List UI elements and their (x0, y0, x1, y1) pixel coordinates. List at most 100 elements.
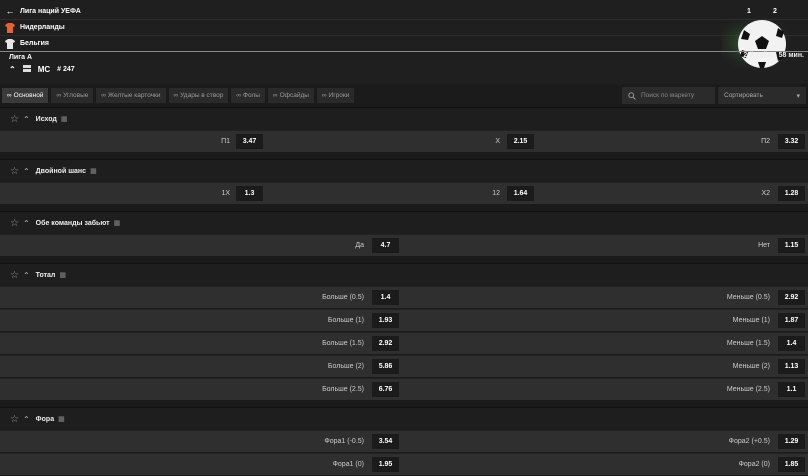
grid-view-icon[interactable] (22, 65, 31, 74)
star-icon[interactable]: ☆ (10, 270, 19, 281)
market-search-input[interactable]: Поиск по маркету (622, 87, 715, 104)
odds-button[interactable]: 6.76 (372, 382, 399, 397)
back-arrow-icon[interactable]: ← (0, 6, 20, 16)
odds-button[interactable]: 3.32 (778, 134, 805, 149)
odds-button[interactable]: 1.64 (507, 186, 534, 201)
odds-row: Больше (2.5) 6.76 Меньше (2.5) 1.1 (0, 378, 808, 400)
odds-button[interactable]: 1.87 (778, 313, 805, 328)
market-header-double-chance[interactable]: ☆ ⌃ Двойной шанс ▦ (0, 159, 808, 182)
header-tools: ⌃ МС # 247 (9, 65, 75, 74)
odds-row: 1Х 1.3 12 1.64 Х2 1.28 (0, 182, 808, 204)
odds-button[interactable]: 1.4 (778, 336, 805, 351)
tab-label: Фолы (243, 92, 260, 99)
odds-label: Меньше (1.5) (726, 340, 770, 347)
market-tabs: ∞ Основной ∞ Угловые ∞ Желтые карточки ∞ Уда… (2, 88, 355, 103)
tab-players[interactable]: ∞ Игроки (316, 88, 355, 103)
odds-label: П1 (221, 138, 230, 145)
market-name: Исход (35, 115, 57, 123)
market-info-icon: ▦ (59, 272, 67, 279)
collapse-up-icon[interactable]: ⌃ (9, 65, 16, 74)
odds-button[interactable]: 5.86 (372, 359, 399, 374)
odds-label: Фора1 (-0.5) (324, 438, 364, 445)
period-2-header: 2 (773, 7, 777, 15)
market-header-btts[interactable]: ☆ ⌃ Обе команды забьют ▦ (0, 211, 808, 234)
odds-button[interactable]: 1.3 (236, 186, 263, 201)
tab-label: Основной (13, 92, 44, 99)
match-number: # 247 (57, 66, 75, 73)
match-status: 2-й тайм 58 мин. (743, 52, 804, 59)
chevron-up-icon[interactable]: ⌃ (23, 219, 30, 228)
search-placeholder: Поиск по маркету (641, 92, 695, 99)
tab-label: Игроки (328, 92, 350, 99)
odds-label: П2 (761, 138, 770, 145)
odds-row: Фора1 (-0.5) 3.54 Фора2 (+0.5) 1.29 (0, 430, 808, 452)
market-name: Обе команды забьют (35, 219, 110, 227)
tab-label: Офсайды (279, 92, 309, 99)
market-header-handicap[interactable]: ☆ ⌃ Фора ▦ (0, 407, 808, 430)
chevron-down-icon: ▾ (796, 92, 800, 100)
odds-button[interactable]: 1.28 (778, 186, 805, 201)
odds-button[interactable]: 2.15 (507, 134, 534, 149)
odds-label: Меньше (0.5) (726, 294, 770, 301)
odds-row: Да 4.7 Нет 1.15 (0, 234, 808, 256)
odds-button[interactable]: 4.7 (372, 238, 399, 253)
odds-label: Больше (0.5) (322, 294, 364, 301)
mc-badge[interactable]: МС (38, 65, 50, 74)
tournament-name: Лига наций УЕФА (20, 7, 81, 15)
market-info-icon: ▦ (58, 416, 65, 423)
market-info-icon: ▦ (90, 168, 97, 175)
tab-fouls[interactable]: ∞ Фолы (231, 88, 265, 103)
odds-label: Меньше (1) (732, 317, 770, 324)
sort-dropdown[interactable]: Сортировать ▾ (718, 87, 806, 104)
header-tournament-row: ← Лига наций УЕФА 1 2 (0, 3, 808, 19)
tab-yellow-cards[interactable]: ∞ Желтые карточки (96, 88, 166, 103)
odds-label: Больше (2.5) (322, 386, 364, 393)
market-name: Двойной шанс (35, 167, 87, 175)
tab-corners[interactable]: ∞ Угловые (51, 88, 94, 103)
market-header-total[interactable]: ☆ ⌃ Тотал ▦ (0, 263, 808, 286)
star-icon[interactable]: ☆ (10, 414, 19, 425)
tab-label: Угловые (63, 92, 89, 99)
odds-button[interactable]: 2.92 (778, 290, 805, 305)
odds-label: Фора1 (0) (332, 461, 364, 468)
chevron-up-icon[interactable]: ⌃ (23, 271, 30, 280)
market-header-outcome[interactable]: ☆ ⌃ Исход ▦ (0, 107, 808, 130)
star-icon[interactable]: ☆ (10, 166, 19, 177)
tab-label: Желтые карточки (108, 92, 161, 99)
odds-label: 1Х (221, 190, 230, 197)
odds-button[interactable]: 1.1 (778, 382, 805, 397)
odds-row: П1 3.47 Х 2.15 П2 3.32 (0, 130, 808, 152)
odds-button[interactable]: 1.29 (778, 434, 805, 449)
odds-button[interactable]: 3.47 (236, 134, 263, 149)
link-icon: ∞ (56, 92, 62, 99)
odds-button[interactable]: 1.93 (372, 313, 399, 328)
market-name: Тотал (35, 271, 56, 279)
odds-label: Х (495, 138, 500, 145)
tab-offsides[interactable]: ∞ Офсайды (267, 88, 314, 103)
odds-button[interactable]: 1.95 (372, 457, 399, 472)
chevron-up-icon[interactable]: ⌃ (23, 167, 30, 176)
period-1-header: 1 (747, 7, 751, 15)
star-icon[interactable]: ☆ (10, 218, 19, 229)
odds-button[interactable]: 1.15 (778, 238, 805, 253)
chevron-up-icon[interactable]: ⌃ (23, 415, 30, 424)
odds-button[interactable]: 1.13 (778, 359, 805, 374)
tab-main[interactable]: ∞ Основной (2, 88, 49, 103)
odds-label: Да (355, 242, 364, 249)
team-row-away: Бельгия 0 0 (0, 35, 808, 51)
odds-button[interactable]: 1.4 (372, 290, 399, 305)
league-name: Лига А (9, 54, 33, 61)
period-status: 2-й тайм (743, 52, 773, 59)
odds-button[interactable]: 2.92 (372, 336, 399, 351)
odds-label: Меньше (2.5) (726, 386, 770, 393)
team-row-home: Нидерланды 0 0 (0, 19, 808, 35)
odds-button[interactable]: 3.54 (372, 434, 399, 449)
tab-shots-on-target[interactable]: ∞ Удары в створ (168, 88, 229, 103)
odds-label: 12 (492, 190, 500, 197)
team-name-away: Бельгия (20, 40, 49, 47)
odds-button[interactable]: 1.85 (778, 457, 805, 472)
star-icon[interactable]: ☆ (10, 114, 19, 125)
odds-label: Х2 (761, 190, 770, 197)
chevron-up-icon[interactable]: ⌃ (23, 115, 30, 124)
soccer-ball-icon (722, 18, 808, 68)
